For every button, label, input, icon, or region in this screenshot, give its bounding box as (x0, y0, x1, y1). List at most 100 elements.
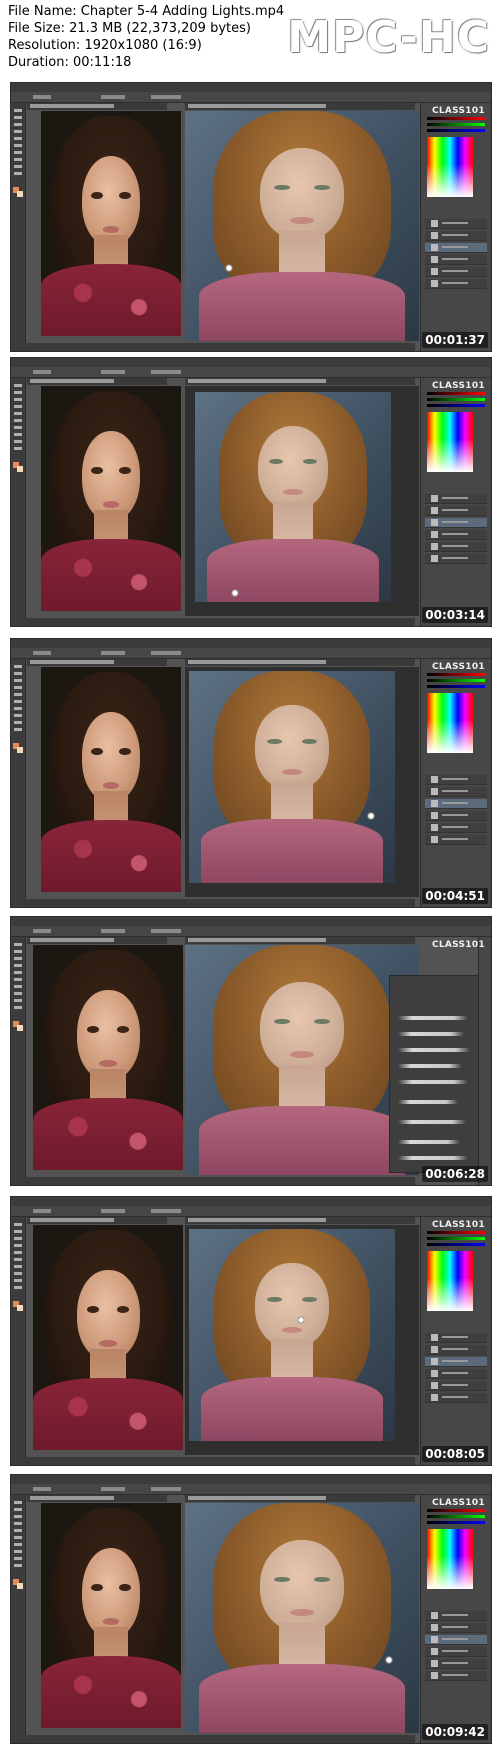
options-bar[interactable] (11, 926, 491, 937)
brush-cursor (385, 1653, 393, 1667)
tools-panel[interactable] (11, 103, 26, 351)
brush-cursor (367, 809, 375, 823)
painting-doc-tab[interactable] (185, 1217, 415, 1224)
tools-panel[interactable] (11, 378, 26, 626)
color-sliders[interactable] (427, 1231, 485, 1249)
options-bar[interactable] (11, 1206, 491, 1217)
reference-photo (41, 667, 181, 892)
reference-photo (41, 111, 181, 336)
video-frame-6: CLASS101 00:09:42 (10, 1474, 492, 1744)
timestamp: 00:06:28 (422, 1166, 488, 1182)
painting-canvas[interactable] (185, 386, 419, 616)
menu-bar[interactable] (11, 1475, 491, 1484)
painting-doc-tab[interactable] (185, 937, 415, 944)
menu-bar[interactable] (11, 639, 491, 648)
painting-doc-tab[interactable] (185, 378, 415, 385)
timestamp: 00:08:05 (422, 1446, 488, 1462)
file-name-text: File Name: Chapter 5-4 Adding Lights.mp4 (8, 4, 285, 19)
reference-doc-tab[interactable] (27, 937, 167, 944)
background-color-swatch[interactable] (17, 191, 23, 197)
player-logo: MPC-HC (287, 12, 490, 63)
painting-doc-tab[interactable] (185, 1495, 415, 1502)
right-panels[interactable]: CLASS101 (420, 378, 491, 626)
reference-doc-tab[interactable] (27, 378, 167, 385)
brush-cursor (225, 261, 233, 275)
painting-canvas[interactable] (185, 667, 419, 897)
status-bar (25, 618, 415, 626)
duration-text: Duration: 00:11:18 (8, 55, 132, 70)
background-color-swatch[interactable] (17, 1025, 23, 1031)
video-frame-4: CLASS101 00:06:28 (10, 916, 492, 1186)
tools-panel[interactable] (11, 659, 26, 907)
video-frame-2: CLASS101 00:03:14 (10, 357, 492, 627)
brush-cursor (297, 1313, 305, 1327)
menu-bar[interactable] (11, 917, 491, 926)
background-color-swatch[interactable] (17, 1583, 23, 1589)
color-picker[interactable] (427, 137, 473, 197)
reference-doc-tab[interactable] (27, 1217, 167, 1224)
layers-panel[interactable] (421, 480, 491, 626)
resolution-text: Resolution: 1920x1080 (16:9) (8, 38, 202, 53)
reference-photo (41, 1503, 181, 1728)
color-sliders[interactable] (427, 392, 485, 410)
options-bar[interactable] (11, 92, 491, 103)
right-panels[interactable]: CLASS101 (420, 1217, 491, 1465)
status-bar (25, 1735, 415, 1743)
brush-presets-panel[interactable] (389, 975, 485, 1173)
background-color-swatch[interactable] (17, 1305, 23, 1311)
status-bar (25, 1177, 415, 1185)
tools-panel[interactable] (11, 1495, 26, 1743)
right-panels[interactable]: CLASS101 (420, 659, 491, 907)
color-picker[interactable] (427, 693, 473, 753)
color-sliders[interactable] (427, 117, 485, 135)
menu-bar[interactable] (11, 1197, 491, 1206)
layers-panel[interactable] (421, 761, 491, 907)
timestamp: 00:01:37 (422, 332, 488, 348)
layers-panel[interactable] (421, 1597, 491, 1743)
options-bar[interactable] (11, 367, 491, 378)
status-bar (25, 343, 415, 351)
reference-doc-tab[interactable] (27, 103, 167, 110)
painting-canvas[interactable] (185, 1503, 419, 1733)
tools-panel[interactable] (11, 937, 26, 1185)
color-picker[interactable] (427, 1251, 473, 1311)
timestamp: 00:09:42 (422, 1724, 488, 1740)
class101-watermark: CLASS101 (431, 381, 485, 391)
right-panels[interactable]: CLASS101 (420, 103, 491, 351)
menu-bar[interactable] (11, 83, 491, 92)
right-panels[interactable]: CLASS101 (432, 937, 491, 1185)
file-size-text: File Size: 21.3 MB (22,373,209 bytes) (8, 21, 251, 36)
painting-canvas[interactable] (185, 111, 419, 341)
timestamp: 00:03:14 (422, 607, 488, 623)
layers-panel[interactable] (421, 205, 491, 351)
color-picker[interactable] (427, 1529, 473, 1589)
tools-panel[interactable] (11, 1217, 26, 1465)
right-panels[interactable]: CLASS101 (420, 1495, 491, 1743)
menu-bar[interactable] (11, 358, 491, 367)
reference-photo (33, 1225, 183, 1450)
video-frame-3: CLASS101 00:04:51 (10, 638, 492, 908)
options-bar[interactable] (11, 648, 491, 659)
painting-doc-tab[interactable] (185, 103, 415, 110)
layers-panel[interactable] (421, 1319, 491, 1465)
reference-photo (33, 945, 183, 1170)
reference-doc-tab[interactable] (27, 659, 167, 666)
video-frame-5: CLASS101 00:08:05 (10, 1196, 492, 1466)
class101-watermark: CLASS101 (431, 1498, 485, 1508)
status-bar (25, 1457, 415, 1465)
class101-watermark: CLASS101 (431, 940, 485, 950)
color-sliders[interactable] (427, 673, 485, 691)
class101-watermark: CLASS101 (431, 106, 485, 116)
color-sliders[interactable] (427, 1509, 485, 1527)
options-bar[interactable] (11, 1484, 491, 1495)
status-bar (25, 899, 415, 907)
color-picker[interactable] (427, 412, 473, 472)
painting-canvas[interactable] (185, 945, 419, 1175)
painting-canvas[interactable] (185, 1225, 419, 1455)
class101-watermark: CLASS101 (431, 1220, 485, 1230)
painting-doc-tab[interactable] (185, 659, 415, 666)
video-frame-1: CLASS101 00:01:37 (10, 82, 492, 352)
reference-doc-tab[interactable] (27, 1495, 167, 1502)
background-color-swatch[interactable] (17, 747, 23, 753)
background-color-swatch[interactable] (17, 466, 23, 472)
